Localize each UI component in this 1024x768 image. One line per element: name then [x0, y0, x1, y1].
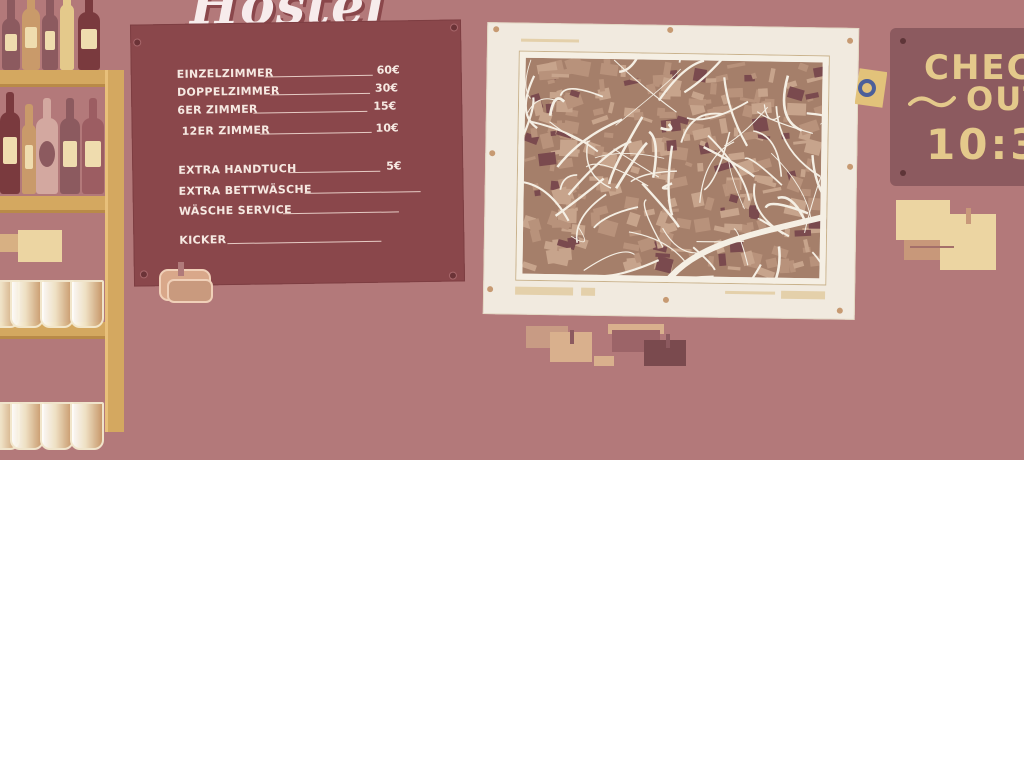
- city-map-poster: [482, 20, 884, 320]
- pin: [487, 286, 494, 293]
- leader-line: [264, 74, 373, 78]
- leader-line: [259, 131, 372, 135]
- sticker-icon: [855, 68, 887, 108]
- shelf-board-middle: [0, 196, 118, 213]
- screw: [900, 170, 906, 176]
- bottle-icon: [2, 0, 20, 70]
- price-item-label: 6ER ZIMMER: [177, 102, 258, 117]
- screw: [900, 38, 906, 44]
- sticky-note-icon: [18, 230, 62, 262]
- price-item-label: EXTRA BETTWÄSCHE: [178, 182, 312, 198]
- screw: [449, 23, 459, 32]
- map-caption-bar: [725, 290, 776, 295]
- bottle-icon: [36, 98, 58, 194]
- swoosh-icon: [908, 96, 956, 108]
- glass-icon: [10, 280, 44, 328]
- leader-line: [227, 240, 382, 245]
- price-item-label: DOPPELZIMMER: [176, 84, 280, 99]
- notes-cluster: [526, 324, 686, 366]
- sticker-icon: [159, 262, 213, 303]
- leader-line: [270, 92, 371, 96]
- pin: [662, 296, 670, 303]
- price-item-label: 12ER ZIMMER: [181, 123, 271, 138]
- pin: [836, 307, 843, 314]
- checkout-time: 10:30: [926, 120, 1024, 169]
- shelf-board-top: [0, 70, 118, 87]
- map-streets: [510, 20, 884, 319]
- bottle-icon: [60, 98, 80, 194]
- glass-icon: [70, 402, 104, 450]
- sticky-note-icon: [0, 234, 18, 252]
- notes-cluster: [896, 200, 996, 270]
- pin: [847, 37, 854, 44]
- bottle-icon: [82, 98, 104, 194]
- leader-line: [288, 170, 381, 174]
- bottle-icon: [78, 0, 100, 70]
- price-item-label: WÄSCHE SERVICE: [178, 203, 292, 218]
- hostel-wall-scene: Hostel EINZELZIMMER 60€ DOPPELZIMMER 30€…: [0, 0, 1024, 460]
- price-item-value: 5€: [386, 159, 402, 173]
- leader-line: [253, 110, 368, 114]
- map-caption-bar: [515, 286, 574, 296]
- bottle-icon: [0, 92, 20, 194]
- leader-line: [304, 191, 421, 194]
- map-title-bar: [521, 38, 580, 43]
- glass-icon: [10, 402, 44, 450]
- price-item-value: 10€: [375, 121, 399, 135]
- bottle-icon: [22, 104, 36, 194]
- screw: [133, 38, 142, 47]
- city-map-icon: [510, 20, 884, 319]
- pin: [489, 150, 496, 157]
- checkout-line2: OUT: [966, 80, 1024, 118]
- price-board: EINZELZIMMER 60€ DOPPELZIMMER 30€ 6ER ZI…: [129, 19, 466, 287]
- glass-icon: [40, 402, 74, 450]
- price-item-label: EINZELZIMMER: [176, 66, 274, 81]
- shelf-post: [105, 70, 124, 432]
- screw: [139, 270, 148, 279]
- glass-icon: [40, 280, 74, 328]
- map-caption-bar: [781, 290, 826, 300]
- pin: [847, 163, 854, 170]
- bottle-icon: [22, 0, 40, 70]
- pin: [667, 26, 674, 34]
- bottle-icon: [42, 0, 58, 70]
- glass-icon: [70, 280, 104, 328]
- leader-line: [282, 211, 399, 215]
- pin: [493, 26, 500, 33]
- screw: [448, 271, 458, 280]
- price-item-value: 30€: [374, 81, 399, 95]
- map-caption-bar: [581, 287, 596, 296]
- price-item-value: 60€: [376, 63, 400, 77]
- price-item-label: EXTRA HANDTUCH: [178, 162, 297, 177]
- checkout-sign: CHECK OUT 10:30: [890, 28, 1024, 186]
- price-item-label: KICKER: [179, 233, 227, 247]
- price-item-value: 15€: [373, 99, 397, 113]
- bottle-icon: [60, 0, 74, 70]
